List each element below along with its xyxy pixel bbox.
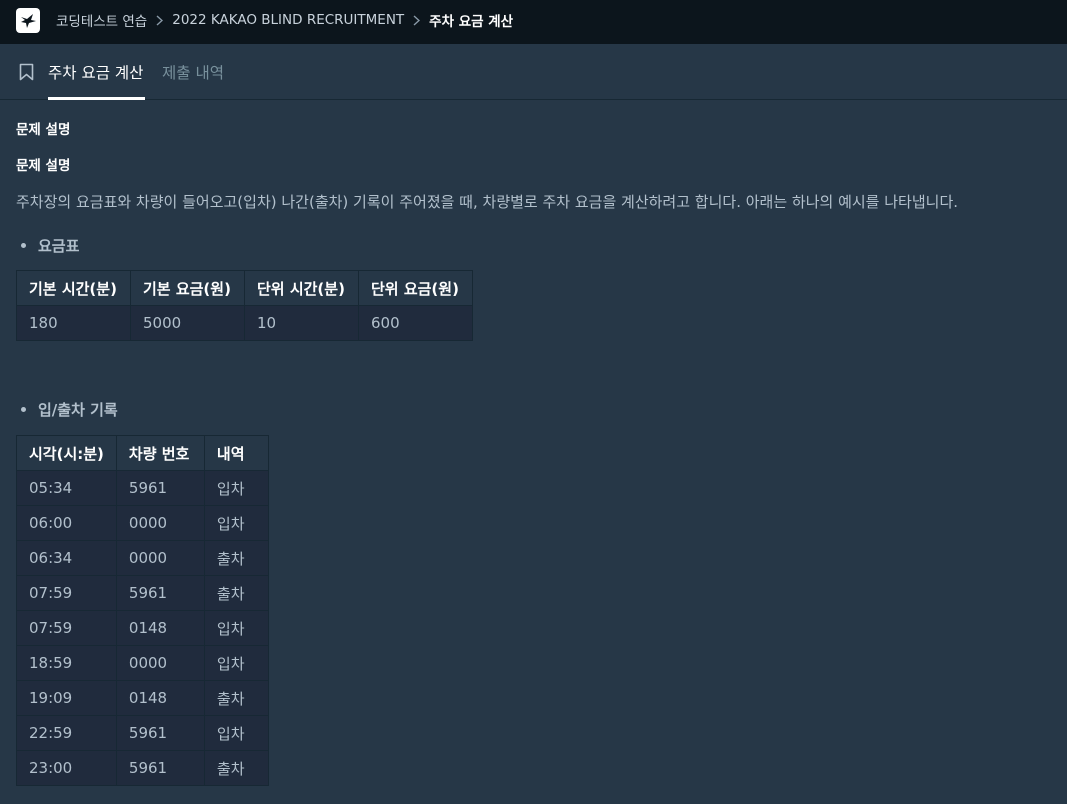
table-row: 07:59 0148 입차 [16,610,269,646]
table-cell: 입차 [203,645,269,681]
table-row: 18:59 0000 입차 [16,645,269,681]
table-row: 06:34 0000 출차 [16,540,269,576]
breadcrumb-coding-test[interactable]: 코딩테스트 연습 [56,10,147,30]
table-cell: 0000 [115,505,205,541]
table-header-cell: 시각(시:분) [16,435,117,471]
table-header-cell: 기본 시간(분) [16,270,131,306]
problem-description-heading: 문제 설명 [16,158,71,174]
table-row: 22:59 5961 입차 [16,715,269,751]
tab-bar: 주차 요금 계산 제출 내역 [0,44,1067,100]
table-cell: 입차 [203,715,269,751]
table-header-cell: 내역 [203,435,269,471]
table-row: 06:00 0000 입차 [16,505,269,541]
table-cell: 19:09 [16,680,117,716]
table-header-cell: 기본 요금(원) [130,270,245,306]
breadcrumb: 코딩테스트 연습 2022 KAKAO BLIND RECRUITMENT 주차… [56,0,513,40]
table-row: 05:34 5961 입차 [16,470,269,506]
table-row: 23:00 5961 출차 [16,750,269,786]
table-cell: 0148 [115,610,205,646]
table-cell: 0000 [115,645,205,681]
table-cell: 06:34 [16,540,117,576]
table-header-row: 시각(시:분) 차량 번호 내역 [16,435,269,471]
table-cell: 07:59 [16,575,117,611]
table-cell: 22:59 [16,715,117,751]
chevron-right-icon [413,14,421,26]
bookmark-icon[interactable] [19,63,34,85]
log-table-title: 입/출차 기록 [21,401,118,419]
table-cell: 입차 [203,610,269,646]
table-cell: 07:59 [16,610,117,646]
table-cell: 180 [16,305,131,341]
breadcrumb-current: 주차 요금 계산 [429,14,514,30]
table-header-cell: 단위 요금(원) [358,270,473,306]
table-header-cell: 차량 번호 [115,435,205,471]
top-navigation-bar: 코딩테스트 연습 2022 KAKAO BLIND RECRUITMENT 주차… [0,0,1067,44]
table-cell: 23:00 [16,750,117,786]
tab-problem[interactable]: 주차 요금 계산 [48,61,143,83]
tab-submissions[interactable]: 제출 내역 [162,61,224,83]
table-cell: 0000 [115,540,205,576]
table-cell: 출차 [203,680,269,716]
table-row: 180 5000 10 600 [16,305,473,341]
table-cell: 06:00 [16,505,117,541]
table-cell: 출차 [203,750,269,786]
table-cell: 5961 [115,715,205,751]
table-cell: 입차 [203,470,269,506]
table-cell: 출차 [203,540,269,576]
fee-table: 기본 시간(분) 기본 요금(원) 단위 시간(분) 단위 요금(원) 180 … [16,270,473,341]
table-cell: 입차 [203,505,269,541]
log-table: 시각(시:분) 차량 번호 내역 05:34 5961 입차 06:00 000… [16,435,269,786]
table-cell: 5961 [115,470,205,506]
active-tab-indicator [48,97,145,100]
table-cell: 0148 [115,680,205,716]
fee-table-title: 요금표 [20,237,80,255]
table-header-row: 기본 시간(분) 기본 요금(원) 단위 시간(분) 단위 요금(원) [16,270,473,306]
table-header-cell: 단위 시간(분) [244,270,359,306]
table-row: 19:09 0148 출차 [16,680,269,716]
programmers-logo-icon[interactable] [16,8,40,33]
table-cell: 출차 [203,575,269,611]
section-heading: 문제 설명 [16,122,71,138]
breadcrumb-recruitment[interactable]: 2022 KAKAO BLIND RECRUITMENT [172,12,404,28]
table-cell: 5961 [115,575,205,611]
problem-intro: 주차장의 요금표와 차량이 들어오고(입차) 나간(출차) 기록이 주어졌을 때… [16,193,959,211]
table-row: 07:59 5961 출차 [16,575,269,611]
table-cell: 5000 [130,305,245,341]
table-cell: 18:59 [16,645,117,681]
table-cell: 10 [244,305,359,341]
table-cell: 600 [358,305,473,341]
chevron-right-icon [156,14,164,26]
table-cell: 05:34 [16,470,117,506]
table-cell: 5961 [115,750,205,786]
